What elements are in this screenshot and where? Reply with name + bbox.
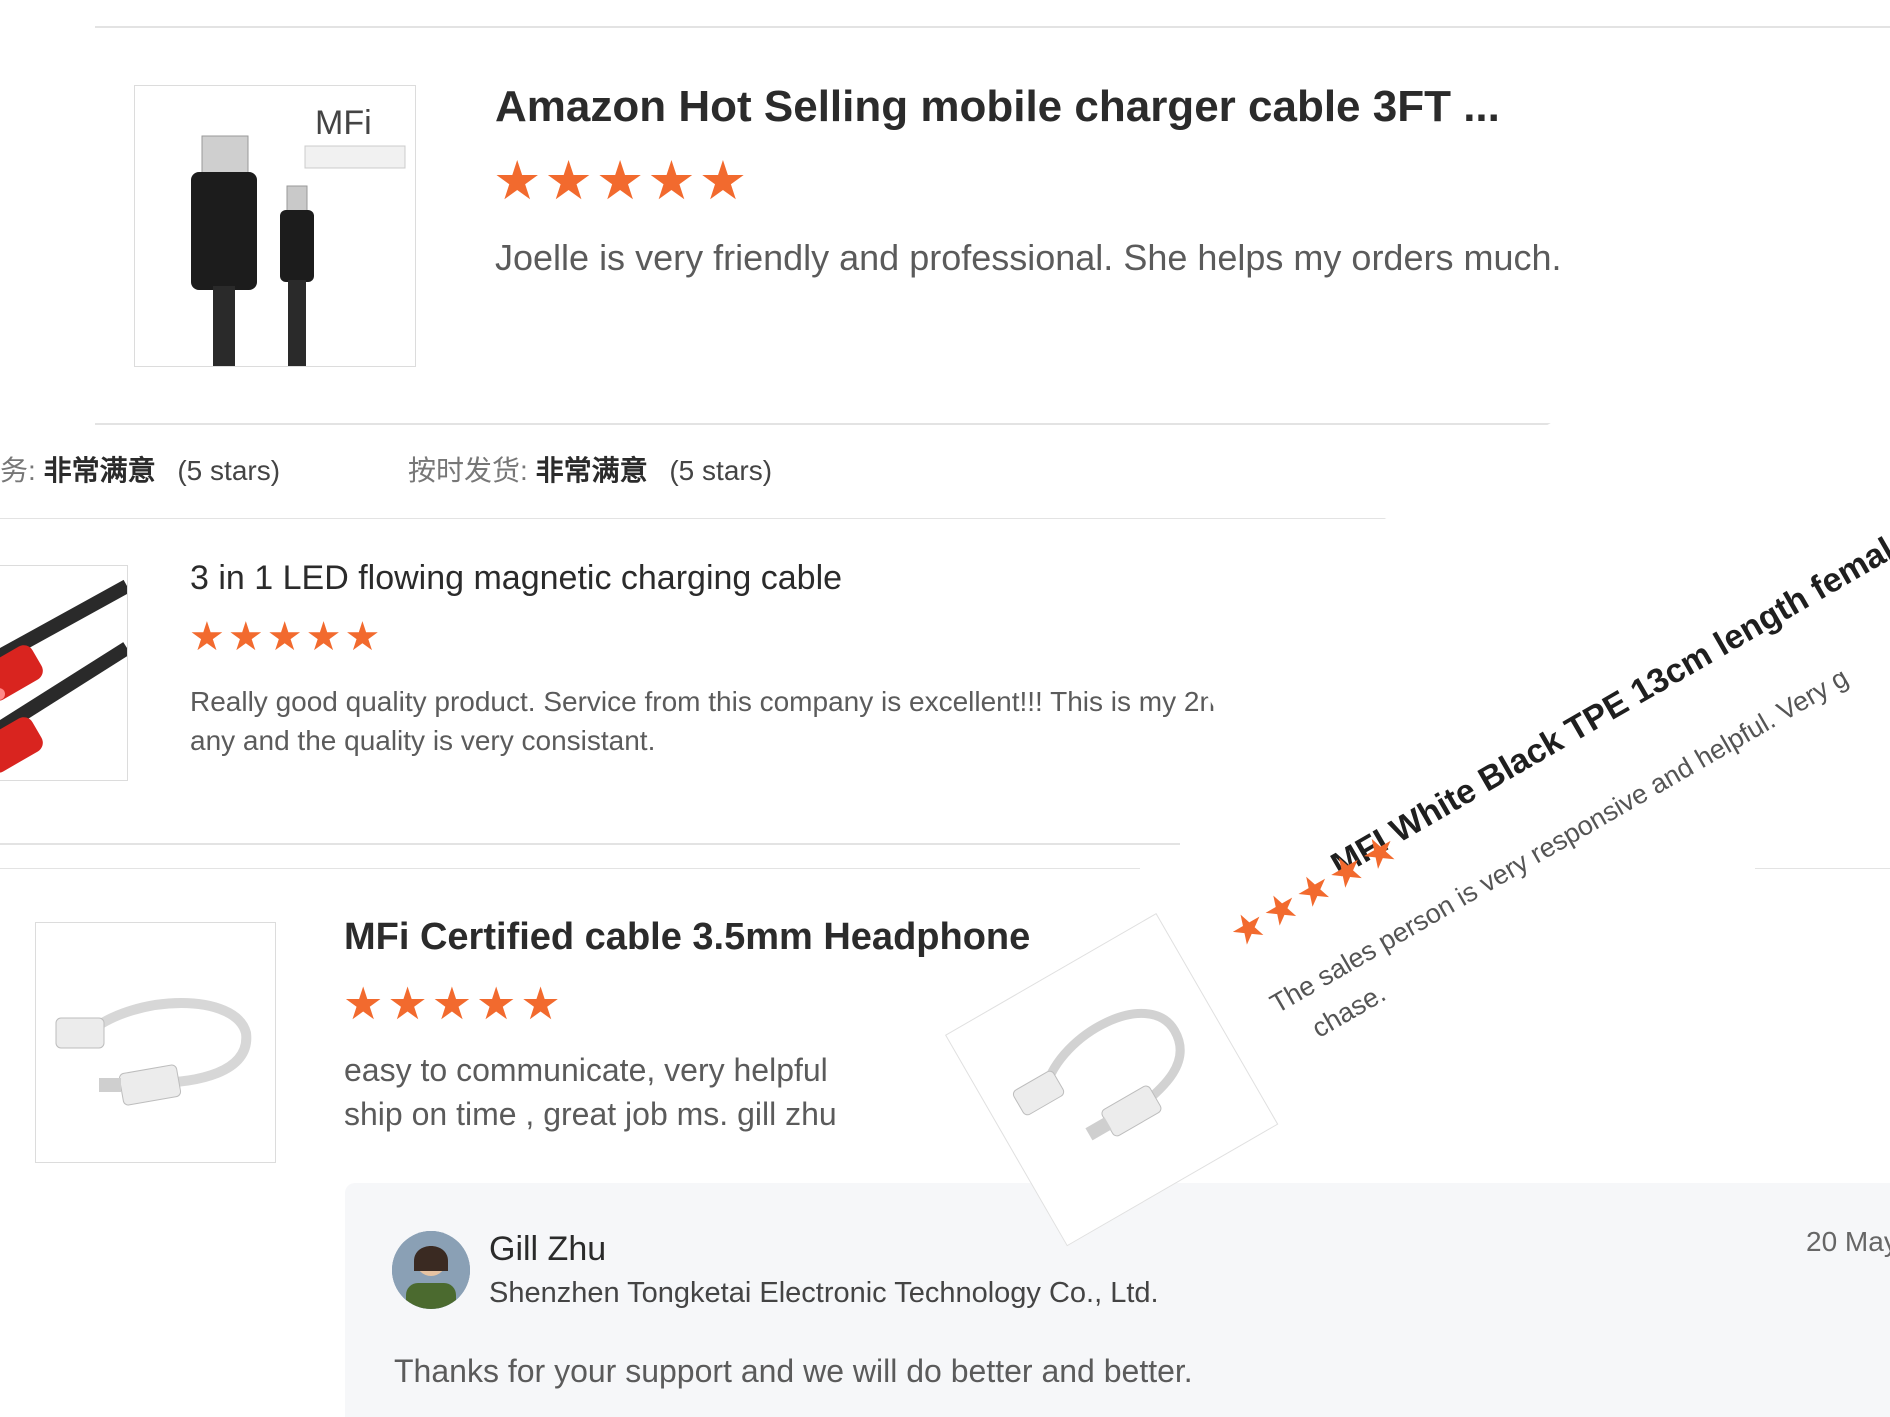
star-icon: ★ <box>344 615 381 659</box>
star-icon: ★ <box>387 978 428 1029</box>
product-title[interactable]: Amazon Hot Selling mobile charger cable … <box>495 82 1500 132</box>
rating-delivery: 按时发货: 非常满意 (5 stars) <box>408 449 772 489</box>
star-icon: ★ <box>189 615 225 659</box>
magnetic-cable-image <box>0 579 127 773</box>
star-icon: ★ <box>520 978 561 1029</box>
review-text-line: easy to communicate, very helpful <box>344 1052 828 1088</box>
seller-reply-panel: Gill Zhu Shenzhen Tongketai Electronic T… <box>345 1183 1890 1417</box>
top-divider <box>95 26 1890 28</box>
star-icon: ★ <box>493 151 542 211</box>
star-icon: ★ <box>476 978 517 1029</box>
product-thumbnail[interactable] <box>0 565 128 781</box>
reply-author-name: Gill Zhu <box>489 1230 607 1268</box>
star-icon: ★ <box>595 151 645 211</box>
star-icon: ★ <box>227 615 264 659</box>
reply-date: 20 May <box>1806 1226 1890 1257</box>
rotated-review-card: MFI White Black TPE 13cm length female a… <box>1175 190 1890 918</box>
usb-cable-image <box>191 135 406 366</box>
star-icon: ★ <box>647 151 696 211</box>
product-title[interactable]: MFi Certified cable 3.5mm Headphone ja <box>344 916 1034 959</box>
mfi-badge <box>304 145 406 169</box>
divider-before-review-3 <box>0 868 1140 869</box>
product-title[interactable]: 3 in 1 LED flowing magnetic charging cab… <box>190 559 842 598</box>
mfi-label: MFi <box>315 104 372 142</box>
star-icon: ★ <box>343 978 384 1029</box>
divider-after-review-2 <box>0 843 1180 845</box>
star-icon: ★ <box>305 615 342 659</box>
rating-count: (5 stars) <box>177 455 281 486</box>
rating-count: (5 stars) <box>669 455 773 486</box>
reply-message: Thanks for your support and we will do b… <box>394 1353 1193 1389</box>
star-icon: ★ <box>544 151 593 211</box>
headphone-adapter-image <box>55 998 252 1106</box>
rating-value: 非常满意 <box>535 455 648 486</box>
review-text: easy to communicate, very helpful ship o… <box>344 1048 837 1136</box>
divider-right-segment <box>1755 868 1890 869</box>
reply-company-name: Shenzhen Tongketai Electronic Technology… <box>489 1277 1159 1309</box>
product-thumbnail[interactable] <box>35 922 276 1163</box>
product-thumbnail[interactable]: MFi <box>134 85 416 367</box>
review-text-line: ship on time , great job ms. gill zhu <box>344 1096 837 1132</box>
rating-label: 按时发货: <box>408 455 528 486</box>
star-icon: ★ <box>266 615 303 659</box>
avatar-photo <box>392 1231 470 1309</box>
rating-service: 服务: 非常满意 (5 stars) <box>0 449 280 489</box>
review-text: Joelle is very friendly and professional… <box>495 237 1562 278</box>
rating-value: 非常满意 <box>43 455 156 486</box>
rating-label: 服务: <box>0 455 36 486</box>
star-rating: ★ ★ ★ ★ ★ <box>493 154 747 208</box>
avatar <box>392 1231 470 1309</box>
star-rating: ★ ★ ★ ★ ★ <box>189 617 380 657</box>
star-rating: ★ ★ ★ ★ ★ <box>343 981 561 1026</box>
star-icon: ★ <box>431 978 473 1029</box>
star-icon: ★ <box>698 151 748 211</box>
